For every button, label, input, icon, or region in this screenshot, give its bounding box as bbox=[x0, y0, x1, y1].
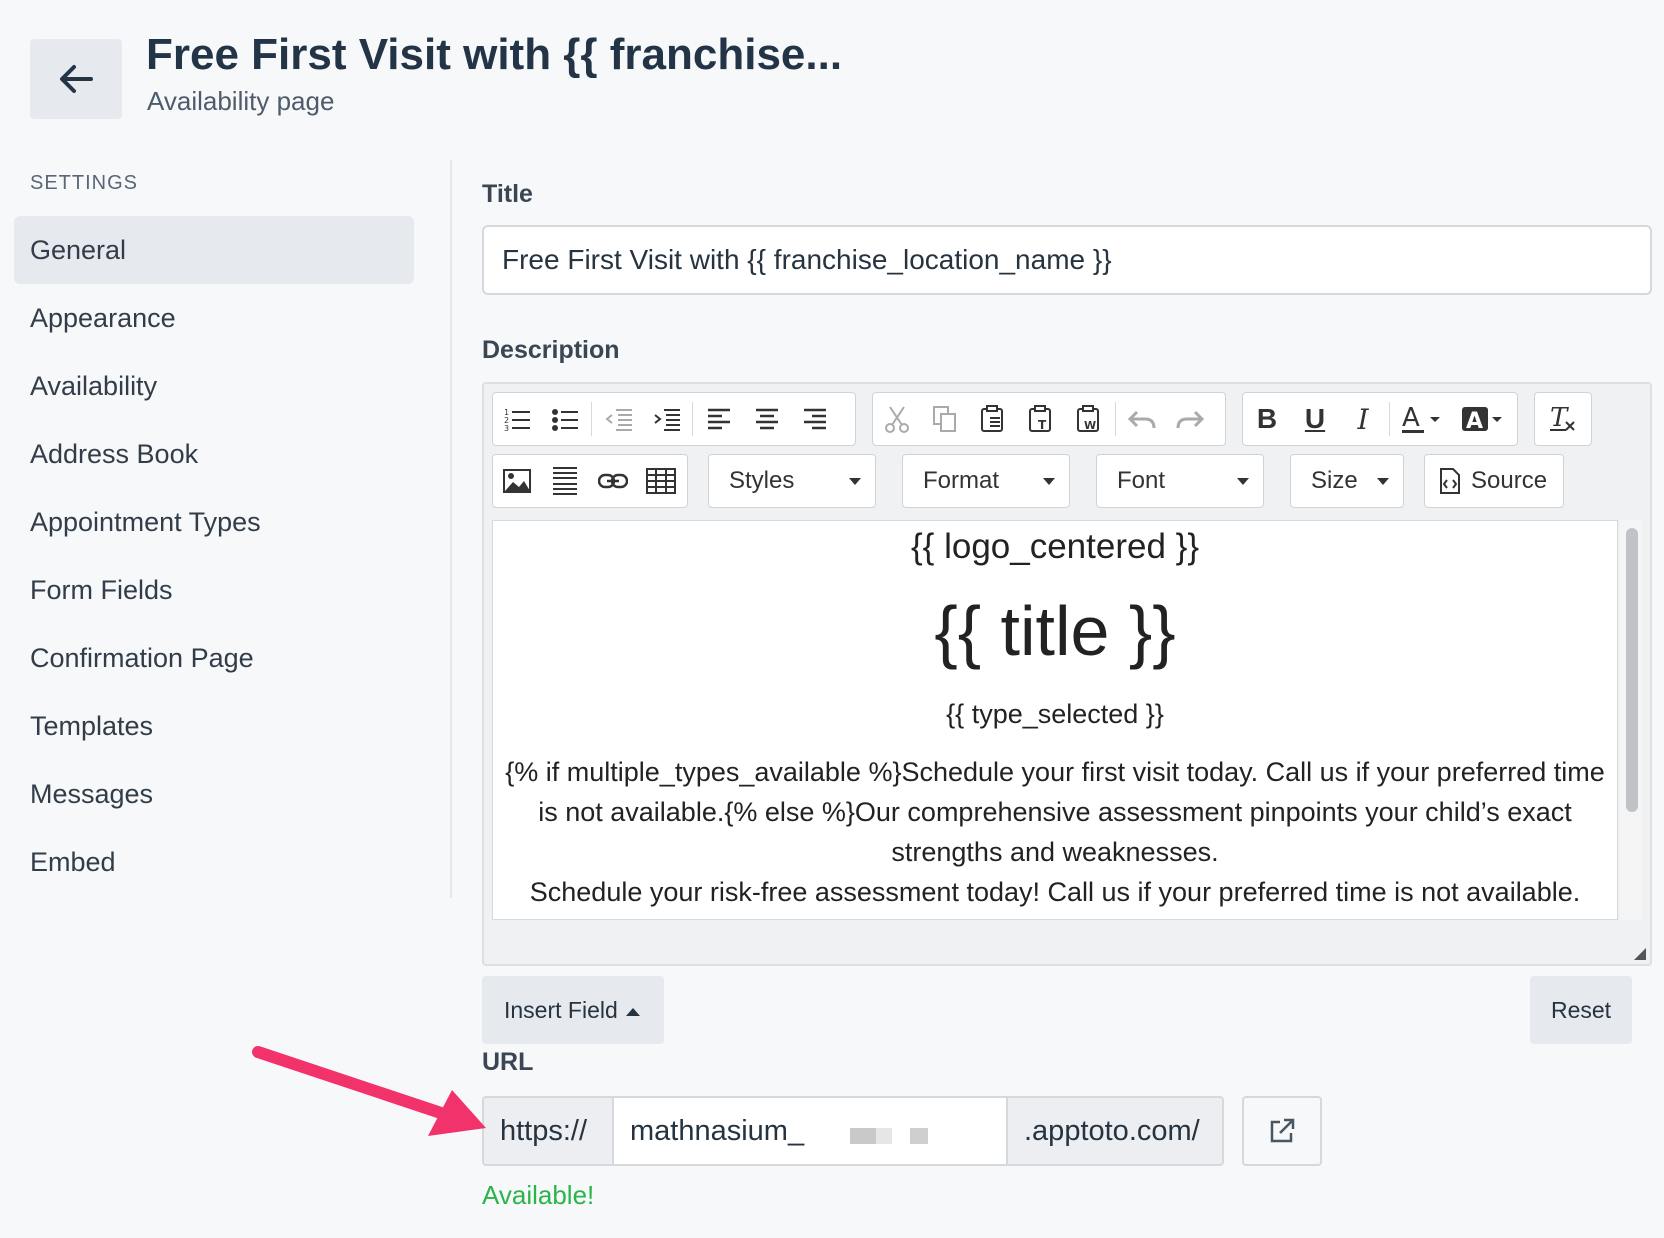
text-color-icon[interactable]: A bbox=[1392, 395, 1452, 443]
arrow-left-icon bbox=[60, 65, 93, 93]
url-suffix: .apptoto.com/ bbox=[1008, 1096, 1224, 1166]
editor-title-placeholder: {{ title }} bbox=[934, 592, 1176, 670]
sidebar-item-availability[interactable]: Availability bbox=[14, 352, 414, 420]
toolbar-clipboard-group: T W bbox=[872, 392, 1226, 446]
format-dropdown[interactable]: Format bbox=[902, 454, 1070, 508]
chevron-down-icon bbox=[1377, 478, 1389, 485]
editor-paragraph: {% if multiple_types_available %}Schedul… bbox=[505, 757, 1605, 867]
url-input-group: https:// mathnasium_ .apptoto.com/ bbox=[482, 1096, 1224, 1166]
numbered-list-icon[interactable]: 123 bbox=[493, 395, 541, 443]
sidebar-item-address-book[interactable]: Address Book bbox=[14, 420, 414, 488]
scrollbar-thumb[interactable] bbox=[1626, 528, 1638, 812]
redo-icon[interactable] bbox=[1166, 395, 1214, 443]
rich-text-editor: 123 T W B U I A A T Styles Format Font S… bbox=[482, 382, 1652, 966]
redacted-block bbox=[850, 1128, 876, 1144]
toolbar-separator bbox=[591, 402, 592, 436]
svg-text:A: A bbox=[1402, 404, 1420, 433]
sidebar-divider bbox=[450, 160, 452, 898]
url-subdomain-input[interactable]: mathnasium_ bbox=[612, 1096, 1008, 1166]
remove-format-icon[interactable]: T bbox=[1539, 395, 1587, 443]
sidebar-heading: SETTINGS bbox=[30, 172, 139, 194]
sidebar-item-messages[interactable]: Messages bbox=[14, 760, 414, 828]
paste-text-icon[interactable]: T bbox=[1017, 395, 1065, 443]
chevron-down-icon bbox=[1043, 478, 1055, 485]
description-label: Description bbox=[482, 336, 620, 364]
paste-word-icon[interactable]: W bbox=[1065, 395, 1113, 443]
sidebar-item-confirmation-page[interactable]: Confirmation Page bbox=[14, 624, 414, 692]
toolbar-insert-group bbox=[492, 454, 688, 508]
italic-icon[interactable]: I bbox=[1339, 395, 1387, 443]
external-link-icon bbox=[1270, 1118, 1295, 1143]
editor-paragraph-2: Schedule your risk-free assessment today… bbox=[529, 877, 1581, 907]
undo-icon[interactable] bbox=[1118, 395, 1166, 443]
chevron-down-icon bbox=[849, 478, 861, 485]
sidebar-item-general[interactable]: General bbox=[14, 216, 414, 284]
sidebar-item-form-fields[interactable]: Form Fields bbox=[14, 556, 414, 624]
svg-text:3: 3 bbox=[504, 424, 509, 431]
size-dropdown[interactable]: Size bbox=[1290, 454, 1404, 508]
bold-icon[interactable]: B bbox=[1243, 395, 1291, 443]
font-dropdown-label: Font bbox=[1117, 467, 1166, 494]
page-subtitle: Availability page bbox=[147, 86, 335, 116]
settings-sidebar: SETTINGS General Appearance Availability… bbox=[14, 166, 414, 896]
toolbar-list-group: 123 bbox=[492, 392, 856, 446]
horizontal-line-icon[interactable] bbox=[541, 457, 589, 505]
svg-text:W: W bbox=[1084, 419, 1096, 432]
outdent-icon[interactable] bbox=[594, 395, 642, 443]
source-button-label: Source bbox=[1471, 467, 1548, 494]
sidebar-item-embed[interactable]: Embed bbox=[14, 828, 414, 896]
editor-content-area[interactable]: {{ logo_centered }} {{ title }} {{ type_… bbox=[492, 520, 1618, 920]
toolbar-format-group: B U I A A bbox=[1242, 392, 1518, 446]
page-title: Free First Visit with {{ franchise... bbox=[146, 30, 843, 79]
url-status: Available! bbox=[482, 1180, 595, 1210]
toolbar-separator bbox=[692, 402, 693, 436]
styles-dropdown-label: Styles bbox=[729, 467, 795, 494]
url-subdomain-value: mathnasium_ bbox=[630, 1115, 805, 1147]
underline-icon[interactable]: U bbox=[1291, 395, 1339, 443]
paste-icon[interactable] bbox=[969, 395, 1017, 443]
redacted-block bbox=[910, 1128, 928, 1144]
title-input[interactable]: Free First Visit with {{ franchise_locat… bbox=[482, 225, 1652, 295]
insert-field-button[interactable]: Insert Field bbox=[482, 976, 664, 1044]
styles-dropdown[interactable]: Styles bbox=[708, 454, 876, 508]
indent-icon[interactable] bbox=[642, 395, 690, 443]
bulleted-list-icon[interactable] bbox=[541, 395, 589, 443]
size-dropdown-label: Size bbox=[1311, 467, 1358, 494]
toolbar-clear-group: T bbox=[1534, 392, 1592, 446]
open-url-button[interactable] bbox=[1242, 1096, 1322, 1166]
editor-type-placeholder: {{ type_selected }} bbox=[946, 699, 1164, 729]
editor-scrollbar[interactable] bbox=[1620, 520, 1642, 920]
chevron-down-icon bbox=[1237, 478, 1249, 485]
redacted-block bbox=[876, 1128, 892, 1144]
toolbar-separator bbox=[1389, 402, 1390, 436]
reset-button[interactable]: Reset bbox=[1530, 976, 1632, 1044]
source-code-icon bbox=[1440, 468, 1460, 494]
source-button[interactable]: Source bbox=[1424, 454, 1564, 508]
link-icon[interactable] bbox=[589, 457, 637, 505]
align-left-icon[interactable] bbox=[695, 395, 743, 443]
svg-text:T: T bbox=[1038, 418, 1047, 432]
sidebar-item-templates[interactable]: Templates bbox=[14, 692, 414, 760]
background-color-icon[interactable]: A bbox=[1452, 395, 1512, 443]
copy-icon[interactable] bbox=[921, 395, 969, 443]
back-button[interactable] bbox=[30, 39, 122, 119]
svg-text:A: A bbox=[1466, 409, 1483, 434]
sidebar-item-appointment-types[interactable]: Appointment Types bbox=[14, 488, 414, 556]
font-dropdown[interactable]: Font bbox=[1096, 454, 1264, 508]
sidebar-item-appearance[interactable]: Appearance bbox=[14, 284, 414, 352]
title-label: Title bbox=[482, 180, 533, 208]
align-center-icon[interactable] bbox=[743, 395, 791, 443]
editor-logo-placeholder: {{ logo_centered }} bbox=[910, 527, 1200, 566]
toolbar-separator bbox=[1115, 402, 1116, 436]
resize-handle-icon[interactable] bbox=[1634, 948, 1646, 960]
annotation-arrow-icon bbox=[252, 1046, 486, 1136]
insert-field-label: Insert Field bbox=[504, 997, 618, 1023]
align-right-icon[interactable] bbox=[791, 395, 839, 443]
url-prefix: https:// bbox=[482, 1096, 612, 1166]
table-icon[interactable] bbox=[637, 457, 685, 505]
caret-up-icon bbox=[625, 1007, 640, 1016]
image-icon[interactable] bbox=[493, 457, 541, 505]
format-dropdown-label: Format bbox=[923, 467, 1000, 494]
cut-icon[interactable] bbox=[873, 395, 921, 443]
